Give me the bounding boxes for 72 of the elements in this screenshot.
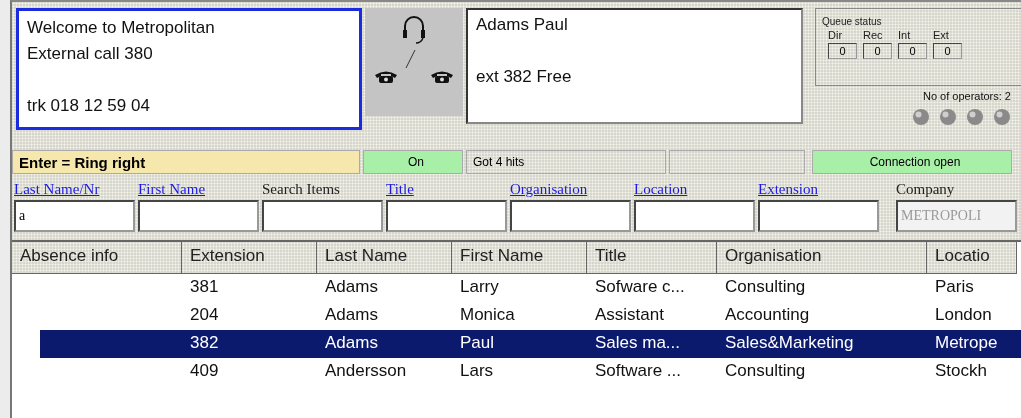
status-segment: Got 4 hits <box>466 150 666 174</box>
table-cell-text: Lars <box>459 360 495 382</box>
table-cell-text: 382 <box>189 332 220 354</box>
column-header[interactable]: Title <box>587 242 717 274</box>
table-cell-text: Paul <box>459 332 496 354</box>
table-cell-text: Accounting <box>724 304 811 326</box>
table-cell-text: Stockh <box>934 360 988 382</box>
lamp-icon <box>993 108 1011 126</box>
table-cell-text: 204 <box>189 304 220 326</box>
column-header[interactable]: Organisation <box>717 242 927 274</box>
queue-count: 0 <box>863 43 892 59</box>
search-link[interactable]: Last Name/Nr <box>14 178 135 200</box>
lamp-icon <box>966 108 984 126</box>
search-field[interactable]: a <box>14 200 135 232</box>
status-segment: Connection open <box>812 150 1012 174</box>
table-cell-text: Paris <box>934 276 975 298</box>
queue-count: 0 <box>898 43 927 59</box>
column-header[interactable]: First Name <box>452 242 587 274</box>
table-row[interactable]: 381 Adams Larry Sofware c... Consulting Paris <box>12 274 1021 302</box>
table-cell-text: Consulting <box>724 276 807 298</box>
lamp-icon <box>912 108 930 126</box>
table-cell-text: 409 <box>189 360 220 382</box>
table-cell-text: Consulting <box>724 360 807 382</box>
column-header[interactable]: Last Name <box>317 242 452 274</box>
table-cell-text: Sales ma... <box>594 332 682 354</box>
table-cell-text: Adams <box>324 304 379 326</box>
table-cell-text: Sales&Marketing <box>724 332 855 354</box>
table-row[interactable]: 382 Adams Paul Sales ma... Sales&Marketing Metrope <box>40 330 1021 358</box>
search-link[interactable]: Extension <box>758 178 879 200</box>
queue-label: Rec <box>863 29 883 41</box>
search-link[interactable]: Title <box>386 178 507 200</box>
search-field[interactable] <box>634 200 755 232</box>
caller-info-box: Welcome to Metropolitan External call 380 trk 018 12 59 04 <box>16 8 362 130</box>
lamp-icon <box>939 108 957 126</box>
table-cell-text: Monica <box>459 304 516 326</box>
queue-label: Int <box>898 29 911 41</box>
table-cell-text: Adams <box>324 276 379 298</box>
search-field[interactable] <box>138 200 259 232</box>
person-info-box: Adams Paul ext 382 Free <box>466 8 803 124</box>
status-segment: On <box>363 150 463 174</box>
status-segment: Enter = Ring right <box>12 150 360 174</box>
table-cell-text: Metrope <box>934 332 999 354</box>
column-header[interactable]: Locatio <box>927 242 1017 274</box>
table-cell-text: 381 <box>189 276 220 298</box>
operator-count: No of operators: 2 <box>922 90 1011 102</box>
search-label: Search Items <box>262 180 341 199</box>
queue-count: 0 <box>933 43 962 59</box>
queue-label: Ext <box>933 29 949 41</box>
table-cell-text: Sofware c... <box>594 276 686 298</box>
search-field[interactable] <box>510 200 631 232</box>
telephone-icon <box>374 70 398 84</box>
table-cell-text: Adams <box>324 332 379 354</box>
column-header[interactable]: Extension <box>182 242 317 274</box>
search-field[interactable] <box>262 200 383 232</box>
table-row[interactable]: 204 Adams Monica Assistant Accounting London <box>12 302 1021 330</box>
search-field[interactable] <box>386 200 507 232</box>
table-cell-text: Larry <box>459 276 500 298</box>
search-link[interactable]: Organisation <box>510 178 631 200</box>
search-label: Company <box>896 180 956 199</box>
queue-status-title: Queue status <box>822 16 882 27</box>
table-row[interactable]: 409 Andersson Lars Software ... Consulting Stockh <box>12 358 1021 386</box>
search-link[interactable]: First Name <box>138 178 259 200</box>
table-cell-text: London <box>934 304 993 326</box>
column-header[interactable]: Absence info <box>12 242 182 274</box>
table-cell-text: Andersson <box>324 360 408 382</box>
telephone-icon <box>430 70 454 84</box>
queue-label: Dir <box>828 29 843 41</box>
queue-count: 0 <box>828 43 857 59</box>
search-link[interactable]: Location <box>634 178 755 200</box>
table-cell-text: Software ... <box>594 360 682 382</box>
table-cell-text: Assistant <box>594 304 665 326</box>
search-field[interactable] <box>758 200 879 232</box>
